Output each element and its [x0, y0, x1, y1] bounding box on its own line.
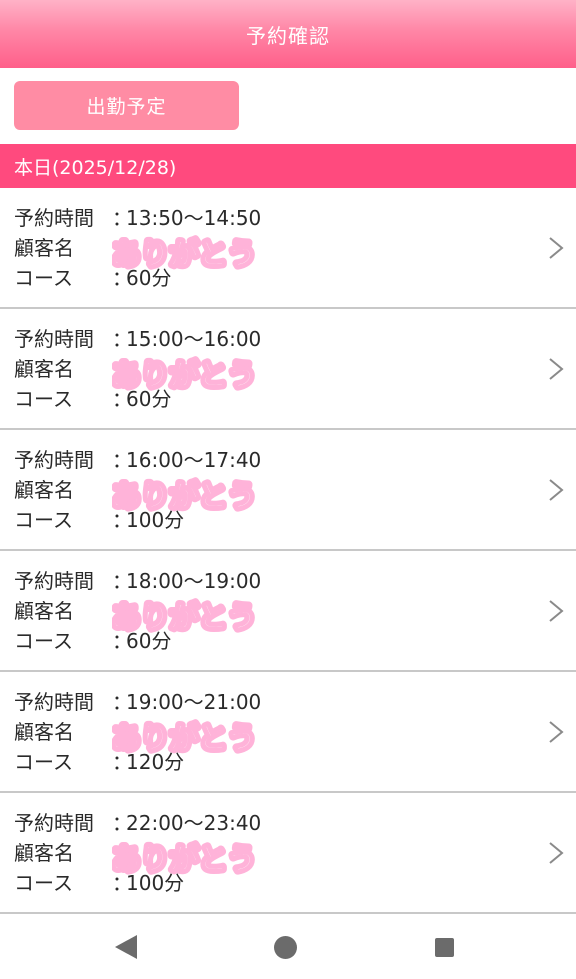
reservation-item[interactable]: 予約時間 ：18:00〜19:00 顧客名： コース ：60分 ありがとう ありがと…: [0, 551, 576, 672]
app-screen: 予約確認 出勤予定 本日(2025/12/28) 予約時間 ：13:50〜14:5…: [0, 0, 576, 979]
chevron-right-icon[interactable]: [548, 599, 564, 623]
customer-label: 顧客名: [14, 720, 74, 744]
system-nav-bar: [0, 915, 576, 979]
chevron-right-icon[interactable]: [548, 720, 564, 744]
customer-row: 顧客名：: [14, 357, 132, 381]
chevron-right-icon[interactable]: [548, 478, 564, 502]
time-label: 予約時間: [14, 327, 94, 351]
svg-text:ありがとう: ありがとう: [112, 842, 256, 876]
svg-text:ありがとう: ありがとう: [112, 237, 256, 271]
customer-row: 顧客名：: [14, 236, 132, 260]
shift-schedule-button[interactable]: 出勤予定: [14, 81, 239, 130]
course-label: コース: [14, 629, 73, 653]
customer-row: 顧客名：: [14, 478, 132, 502]
time-label: 予約時間: [14, 448, 94, 472]
reservation-item[interactable]: 予約時間 ：13:50〜14:50 顧客名： コース ：60分 ありがとう ありがと…: [0, 188, 576, 309]
svg-text:ありがとう: ありがとう: [112, 721, 256, 755]
customer-row: 顧客名：: [14, 841, 132, 865]
course-label: コース: [14, 750, 73, 774]
customer-label: 顧客名: [14, 599, 74, 623]
course-label: コース: [14, 387, 73, 411]
back-icon[interactable]: [115, 935, 137, 959]
arigatou-sticker: ありがとう ありがとう ありがとう: [112, 476, 256, 517]
time-label: 予約時間: [14, 569, 94, 593]
time-label: 予約時間: [14, 811, 94, 835]
chevron-right-icon[interactable]: [548, 841, 564, 865]
header-bar: 予約確認: [0, 0, 576, 68]
recents-icon[interactable]: [435, 938, 454, 957]
time-label: 予約時間: [14, 690, 94, 714]
home-icon[interactable]: [274, 936, 297, 959]
reservation-item[interactable]: 予約時間 ：19:00〜21:00 顧客名： コース ：120分 ありがとう ありが…: [0, 672, 576, 793]
customer-row: 顧客名：: [14, 720, 132, 744]
course-label: コース: [14, 508, 73, 532]
chevron-right-icon[interactable]: [548, 357, 564, 381]
svg-text:ありがとう: ありがとう: [112, 358, 256, 392]
svg-text:ありがとう: ありがとう: [112, 600, 256, 634]
arigatou-sticker: ありがとう ありがとう ありがとう: [112, 839, 256, 880]
time-label: 予約時間: [14, 206, 94, 230]
chevron-right-icon[interactable]: [548, 236, 564, 260]
customer-row: 顧客名：: [14, 599, 132, 623]
reservation-item[interactable]: 予約時間 ：22:00〜23:40 顧客名： コース ：100分 ありがとう ありが…: [0, 793, 576, 914]
date-header: 本日(2025/12/28): [0, 144, 576, 188]
arigatou-sticker: ありがとう ありがとう ありがとう: [112, 597, 256, 638]
page-title: 予約確認: [246, 23, 330, 48]
customer-label: 顧客名: [14, 841, 74, 865]
arigatou-sticker: ありがとう ありがとう ありがとう: [112, 355, 256, 396]
arigatou-sticker: ありがとう ありがとう ありがとう: [112, 718, 256, 759]
arigatou-sticker: ありがとう ありがとう ありがとう: [112, 234, 256, 275]
reservation-list: 予約時間 ：13:50〜14:50 顧客名： コース ：60分 ありがとう ありがと…: [0, 188, 576, 914]
customer-label: 顧客名: [14, 478, 74, 502]
customer-label: 顧客名: [14, 357, 74, 381]
reservation-item[interactable]: 予約時間 ：15:00〜16:00 顧客名： コース ：60分 ありがとう ありがと…: [0, 309, 576, 430]
svg-text:ありがとう: ありがとう: [112, 479, 256, 513]
course-label: コース: [14, 871, 73, 895]
course-label: コース: [14, 266, 73, 290]
reservation-item[interactable]: 予約時間 ：16:00〜17:40 顧客名： コース ：100分 ありがとう ありが…: [0, 430, 576, 551]
customer-label: 顧客名: [14, 236, 74, 260]
